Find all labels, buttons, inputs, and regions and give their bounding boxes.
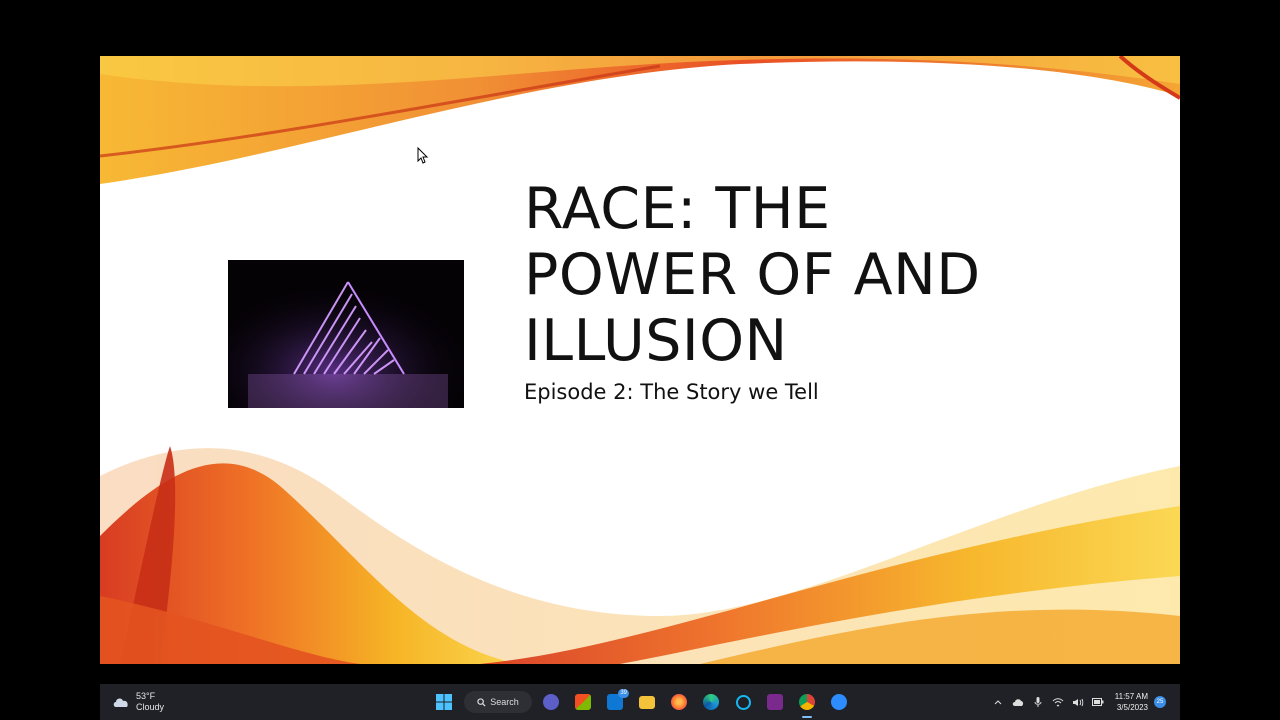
video-chat-icon xyxy=(543,694,559,710)
active-indicator xyxy=(802,716,812,718)
search-label: Search xyxy=(490,697,519,707)
start-button[interactable] xyxy=(432,684,456,720)
taskbar-app-pdf[interactable] xyxy=(764,684,786,720)
slide-subtitle: Episode 2: The Story we Tell xyxy=(524,380,819,404)
clock-date: 3/5/2023 xyxy=(1116,703,1148,712)
neon-triangle-image xyxy=(228,260,464,408)
zoom-icon xyxy=(831,694,847,710)
windows-icon xyxy=(436,694,452,710)
mouse-cursor-icon xyxy=(417,147,429,164)
weather-widget[interactable]: 53°F Cloudy xyxy=(112,684,182,720)
taskbar-app-zoom[interactable] xyxy=(828,684,850,720)
edge-icon xyxy=(703,694,719,710)
weather-condition: Cloudy xyxy=(136,702,165,712)
firefox-icon xyxy=(671,694,687,710)
title-line: POWER OF AND xyxy=(524,242,981,308)
slide-title: RACE: THE POWER OF AND ILLUSION xyxy=(524,176,1144,374)
taskbar-search[interactable]: Search xyxy=(464,691,532,713)
volume-icon[interactable] xyxy=(1069,698,1087,707)
microphone-icon[interactable] xyxy=(1029,696,1047,708)
system-tray: 11:57 AM 3/5/2023 25 xyxy=(980,684,1180,720)
taskbar-app-meet[interactable] xyxy=(540,684,562,720)
battery-icon[interactable] xyxy=(1089,698,1107,706)
cloud-icon xyxy=(113,698,128,707)
store-icon xyxy=(575,694,591,710)
title-line: RACE: THE xyxy=(524,176,831,242)
folder-icon xyxy=(639,695,655,709)
search-icon xyxy=(477,697,486,707)
taskbar-app-mail[interactable]: 39 xyxy=(604,684,629,720)
taskbar-app-store[interactable] xyxy=(572,684,594,720)
cloud-sync-icon[interactable] xyxy=(1009,698,1027,707)
taskbar-app-alexa[interactable] xyxy=(732,684,754,720)
notification-badge[interactable]: 25 xyxy=(1154,696,1166,708)
mail-icon: 39 xyxy=(607,689,629,710)
taskbar: 53°F Cloudy Search 39 11:57 AM 3/5/2023 … xyxy=(100,684,1180,720)
chevron-up-icon[interactable] xyxy=(989,699,1007,705)
clock[interactable]: 11:57 AM 3/5/2023 xyxy=(1115,691,1148,713)
wifi-icon[interactable] xyxy=(1049,697,1067,707)
taskbar-app-edge[interactable] xyxy=(700,684,722,720)
taskbar-app-chrome[interactable] xyxy=(796,684,818,720)
alexa-icon xyxy=(735,694,751,710)
screen: RACE: THE POWER OF AND ILLUSION Episode … xyxy=(0,0,1280,720)
taskbar-app-file-explorer[interactable] xyxy=(636,684,658,720)
clock-time: 11:57 AM xyxy=(1114,692,1148,701)
pdf-icon xyxy=(767,694,783,710)
weather-temp: 53°F xyxy=(136,691,156,701)
presentation-slide[interactable]: RACE: THE POWER OF AND ILLUSION Episode … xyxy=(100,56,1180,664)
taskbar-app-firefox[interactable] xyxy=(668,684,690,720)
mail-badge: 39 xyxy=(618,689,629,698)
chrome-icon xyxy=(799,694,815,710)
title-line: ILLUSION xyxy=(524,308,788,374)
